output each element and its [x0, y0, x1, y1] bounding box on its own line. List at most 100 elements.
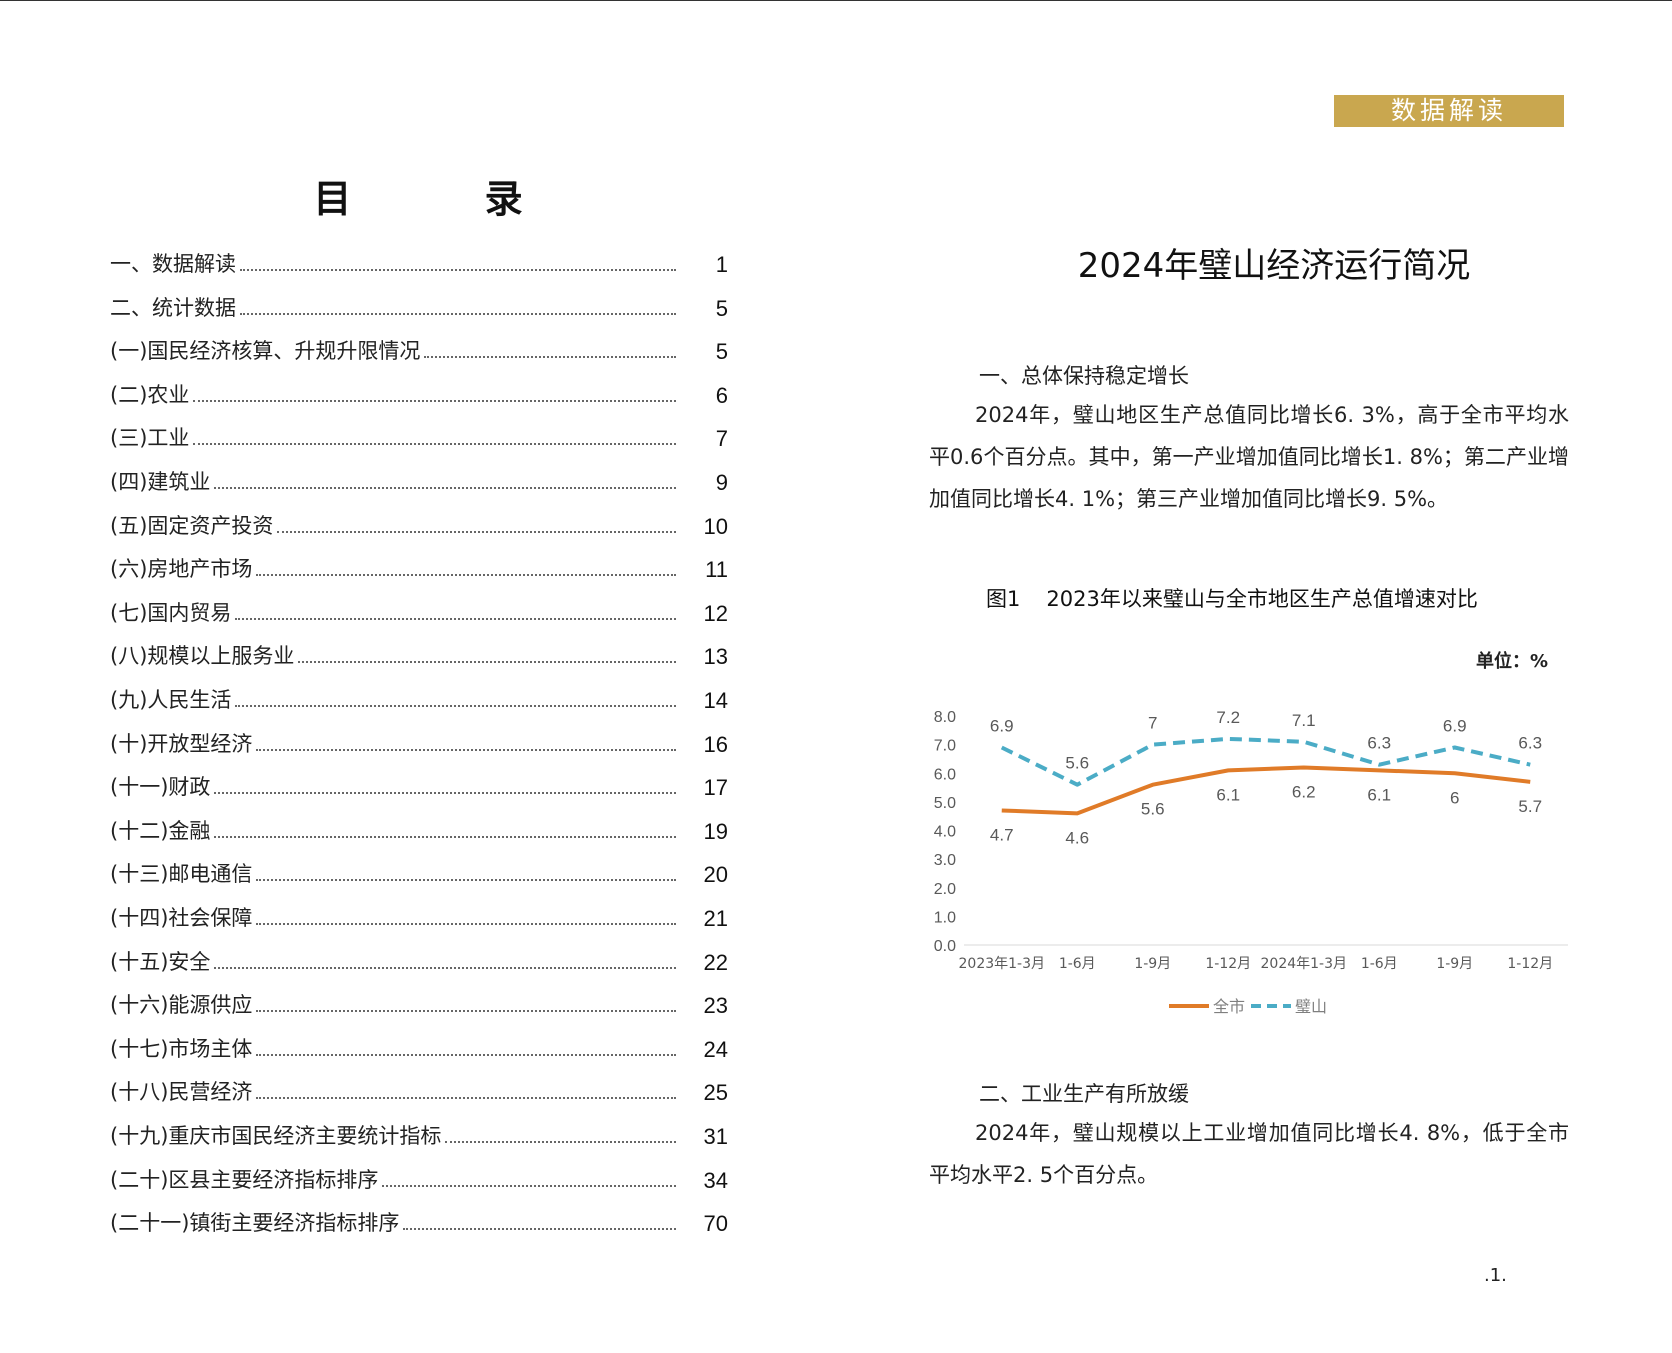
toc-entry[interactable]: (十八)民营经济 25	[110, 1076, 728, 1106]
toc-entry-label: (十)开放型经济	[110, 731, 253, 756]
toc-entry-label: (一)国民经济核算、升规升限情况	[110, 339, 421, 364]
toc-entry-label: (十一)财政	[110, 775, 211, 800]
data-label: 5.6	[1141, 800, 1165, 819]
y-tick-label: 7.0	[934, 738, 956, 755]
page-number: .1.	[1484, 1265, 1507, 1286]
toc-leader-dots	[277, 530, 676, 533]
toc-entry-label: (十五)安全	[110, 949, 211, 974]
data-label: 4.6	[1065, 828, 1089, 847]
toc-entry-page: 7	[715, 426, 728, 452]
toc-leader-dots	[424, 356, 676, 359]
toc-entry-label: (五)固定资产投资	[110, 513, 274, 538]
toc-entry[interactable]: (二十一)镇街主要经济指标排序 70	[110, 1207, 728, 1237]
toc-entry[interactable]: (十七)市场主体 24	[110, 1033, 728, 1063]
toc-leader-dots	[298, 661, 676, 664]
toc-entry[interactable]: (七)国内贸易 12	[110, 597, 728, 627]
toc-entry-label: (十七)市场主体	[110, 1036, 253, 1061]
data-label: 6.9	[990, 716, 1014, 735]
toc-entry[interactable]: (十六)能源供应 23	[110, 989, 728, 1019]
toc-leader-dots	[214, 966, 676, 969]
toc-entry[interactable]: (五)固定资产投资 10	[110, 510, 728, 540]
toc-entry[interactable]: (九)人民生活 14	[110, 684, 728, 714]
toc-entry[interactable]: (十四)社会保障 21	[110, 902, 728, 932]
x-tick-label: 2023年1-3月	[959, 956, 1046, 972]
toc-entry-page: 11	[705, 557, 728, 583]
data-label: 6.1	[1367, 785, 1391, 804]
toc-entry-page: 6	[715, 382, 728, 408]
toc-entry[interactable]: (十三)邮电通信 20	[110, 858, 728, 888]
toc-entry-page: 25	[703, 1080, 728, 1106]
toc-entry-page: 5	[715, 339, 728, 365]
toc-entry-page: 10	[703, 513, 728, 539]
toc-entry-label: (三)工业	[110, 426, 190, 451]
toc-entry-label: (四)建筑业	[110, 470, 211, 494]
toc-entry-page: 14	[703, 688, 728, 713]
toc-leader-dots	[214, 835, 676, 838]
toc-entry[interactable]: (三)工业 7	[110, 422, 728, 452]
x-tick-label: 2024年1-3月	[1261, 956, 1348, 972]
toc-entry-label: (九)人民生活	[110, 688, 232, 712]
toc-leader-dots	[193, 443, 676, 446]
data-label: 4.7	[990, 825, 1014, 844]
toc-entry-page: 9	[715, 470, 728, 495]
x-tick-label: 1-6月	[1059, 956, 1096, 972]
toc-entry[interactable]: 一、数据解读 1	[110, 248, 728, 278]
y-tick-label: 8.0	[934, 709, 956, 726]
toc-entry[interactable]: 二、统计数据 5	[110, 292, 728, 322]
toc-entry[interactable]: (十五)安全 22	[110, 946, 728, 976]
toc-page: 目 录 一、数据解读 1 二、统计数据 5 (一)国民经济核算、升规升限情况 5 (二)农业…	[0, 0, 836, 1353]
data-label: 7.2	[1216, 708, 1240, 727]
toc-entry[interactable]: (四)建筑业 9	[110, 466, 728, 496]
toc-entry-label: (十九)重庆市国民经济主要统计指标	[110, 1124, 442, 1148]
toc-entry[interactable]: (六)房地产市场 11	[110, 553, 728, 583]
y-tick-label: 3.0	[934, 852, 956, 869]
toc-entry-label: (二十)区县主要经济指标排序	[110, 1167, 379, 1192]
toc-entry-page: 5	[715, 295, 728, 321]
toc-entry-page: 21	[703, 906, 728, 931]
section2-paragraph: 2024年，璧山规模以上工业增加值同比增长4. 8%，低于全市平均水平2. 5个…	[929, 1121, 1569, 1187]
toc-entry-page: 1	[715, 252, 728, 277]
toc-entry-page: 31	[703, 1124, 728, 1149]
article-title: 2024年璧山经济运行简况	[1077, 246, 1471, 286]
toc-entry-label: (十三)邮电通信	[110, 862, 253, 887]
toc-entry-label: (十八)民营经济	[110, 1080, 253, 1105]
toc-entry-label: (二)农业	[110, 382, 190, 407]
data-label: 6.2	[1292, 783, 1316, 802]
toc-leader-dots	[256, 1053, 676, 1056]
toc-leader-dots	[445, 1141, 676, 1143]
y-tick-label: 1.0	[934, 909, 956, 926]
x-tick-label: 1-12月	[1507, 956, 1553, 972]
toc-entry[interactable]: (十九)重庆市国民经济主要统计指标 31	[110, 1120, 728, 1150]
toc-entry[interactable]: (二)农业 6	[110, 379, 728, 409]
x-tick-label: 1-6月	[1361, 956, 1398, 972]
chart-unit: 单位：%	[1476, 651, 1549, 672]
toc-entry-page: 13	[703, 644, 728, 670]
toc-entry[interactable]: (八)规模以上服务业 13	[110, 640, 728, 670]
data-label: 7	[1148, 714, 1157, 733]
toc-entry[interactable]: (二十)区县主要经济指标排序 34	[110, 1164, 728, 1194]
toc-entry-page: 20	[703, 862, 728, 888]
toc-entry[interactable]: (十一)财政 17	[110, 771, 728, 801]
toc-entry[interactable]: (十二)金融 19	[110, 815, 728, 845]
y-tick-label: 5.0	[934, 795, 956, 812]
toc-entry-label: 二、统计数据	[110, 295, 236, 320]
toc-entry-page: 70	[703, 1211, 728, 1237]
toc-entry-page: 34	[703, 1167, 728, 1193]
toc-entry-page: 17	[703, 775, 728, 801]
data-label: 6.3	[1518, 734, 1542, 753]
y-tick-label: 4.0	[934, 824, 956, 841]
toc-entry-label: (二十一)镇街主要经济指标排序	[110, 1211, 400, 1236]
toc-leader-dots	[214, 792, 676, 795]
figure-number: 图1	[986, 587, 1021, 611]
section1-paragraph: 2024年，璧山地区生产总值同比增长6. 3%，高于全市平均水平0.6个百分点。…	[929, 403, 1569, 511]
toc-entry-page: 22	[703, 949, 728, 975]
gdp-growth-line-chart: 0.0 1.0 2.0 3.0 4.0 5.0 6.0 7.0 8.0 2023年1-3月 1-6月…	[934, 708, 1568, 1016]
legend-label: 璧山	[1295, 997, 1327, 1016]
toc-entry[interactable]: (十)开放型经济 16	[110, 728, 728, 758]
toc-title: 目 录	[313, 176, 583, 221]
x-tick-label: 1-9月	[1436, 956, 1473, 972]
data-label: 6.9	[1443, 716, 1467, 735]
toc-entry[interactable]: (一)国民经济核算、升规升限情况 5	[110, 335, 728, 365]
toc-entry-label: (十六)能源供应	[110, 993, 253, 1018]
toc-entry-label: (十二)金融	[110, 818, 211, 843]
